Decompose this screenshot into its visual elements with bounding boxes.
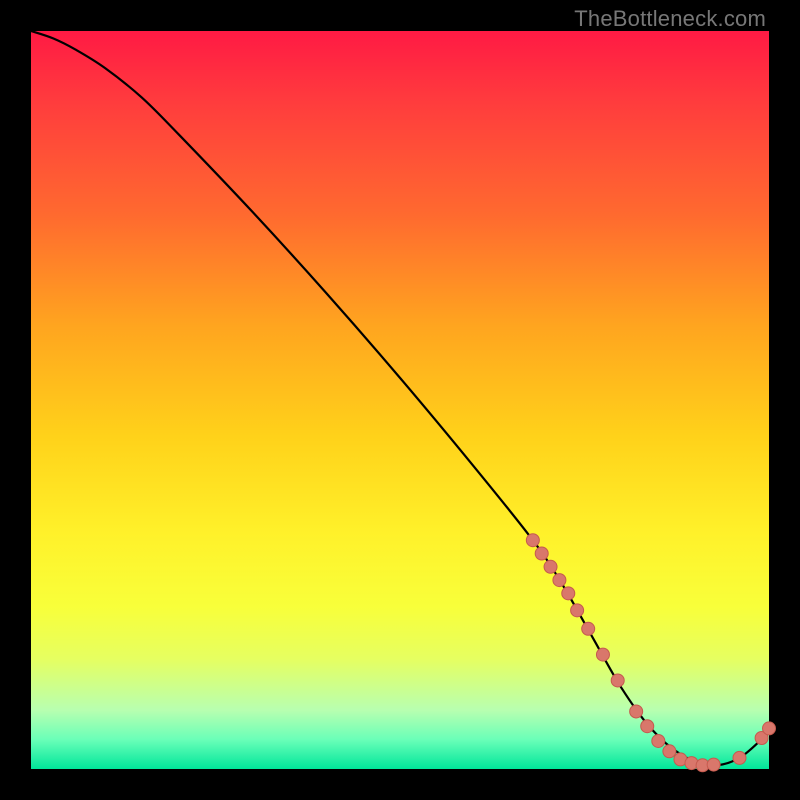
data-marker xyxy=(544,560,557,573)
data-marker xyxy=(707,758,720,771)
data-marker xyxy=(630,705,643,718)
data-marker xyxy=(596,648,609,661)
bottleneck-curve xyxy=(31,31,769,765)
data-marker xyxy=(611,674,624,687)
data-marker xyxy=(641,720,654,733)
data-marker xyxy=(582,622,595,635)
data-marker xyxy=(652,734,665,747)
data-markers xyxy=(526,534,775,772)
chart-outer: TheBottleneck.com xyxy=(0,0,800,800)
data-marker xyxy=(571,604,584,617)
data-marker xyxy=(553,574,566,587)
chart-svg xyxy=(31,31,769,769)
data-marker xyxy=(535,547,548,560)
data-marker xyxy=(526,534,539,547)
data-marker xyxy=(763,722,776,735)
data-marker xyxy=(733,751,746,764)
watermark-text: TheBottleneck.com xyxy=(574,6,766,32)
data-marker xyxy=(663,745,676,758)
data-marker xyxy=(562,587,575,600)
